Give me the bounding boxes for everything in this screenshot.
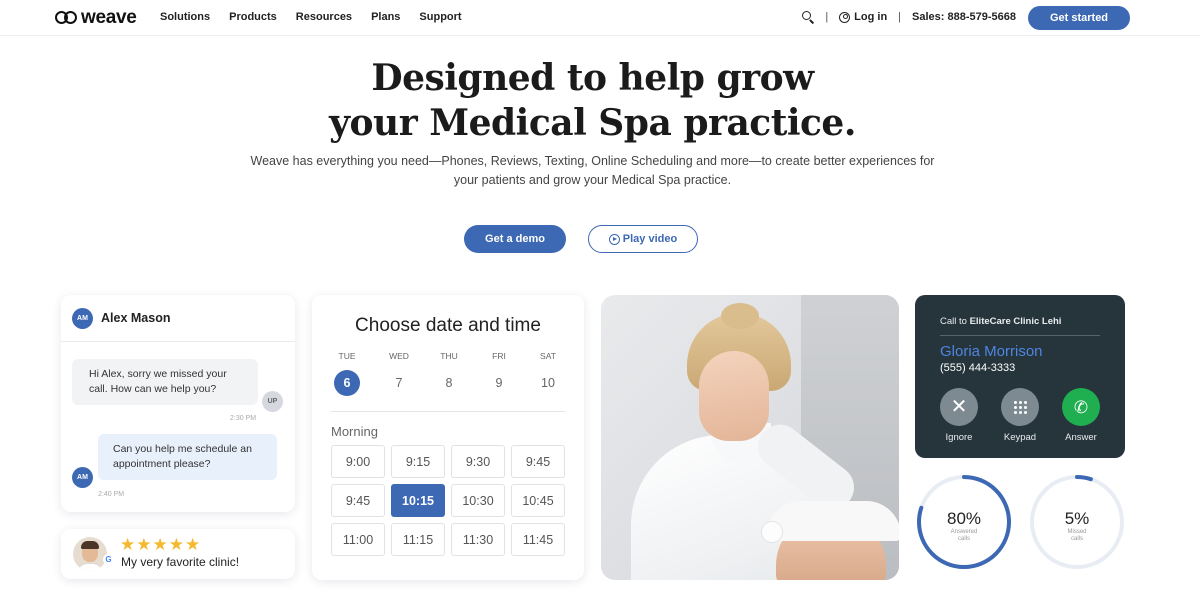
phone-icon: ✆ [1073, 397, 1089, 417]
hero-title-line-2: your Medical Spa practice. [329, 102, 856, 144]
divider [331, 411, 565, 412]
divider: | [898, 11, 902, 23]
scheduling-card: Choose date and time TUE 6 WED 7 THU 8 F… [312, 295, 584, 580]
play-video-label: Play video [622, 233, 678, 245]
day-name: THU [440, 351, 458, 361]
outgoing-message: Hi Alex, sorry we missed your call. How … [72, 359, 258, 405]
answer-button[interactable]: ✆ [1062, 388, 1100, 426]
review-card: G ★★★★★ My very favorite clinic! [61, 529, 295, 579]
star-rating: ★★★★★ [120, 535, 202, 554]
day-name: TUE [338, 351, 356, 361]
keypad-icon [1013, 400, 1027, 414]
incoming-message: Can you help me schedule an appointment … [98, 434, 277, 480]
day-number: 7 [395, 376, 403, 390]
day-sat[interactable]: SAT 10 [533, 351, 563, 396]
day-name: SAT [540, 351, 556, 361]
ignore-button[interactable]: ✕ [940, 388, 978, 426]
day-number: 10 [541, 376, 555, 390]
call-to-prefix: Call to [940, 316, 970, 327]
reviewer-avatar [73, 537, 107, 571]
close-icon: ✕ [950, 396, 968, 418]
day-wed[interactable]: WED 7 [384, 351, 414, 396]
time-slot[interactable]: 9:30 [451, 445, 505, 478]
keypad-button[interactable] [1001, 388, 1039, 426]
time-slot[interactable]: 9:00 [331, 445, 385, 478]
day-number: 8 [445, 376, 453, 390]
caller-phone: (555) 444-3333 [940, 362, 1016, 374]
call-destination: Call to EliteCare Clinic Lehi [940, 316, 1061, 327]
google-icon: G [103, 554, 114, 565]
time-slot[interactable]: 9:15 [391, 445, 445, 478]
nav-utilities: | Log in | Sales: 888-579-5668 [802, 11, 1016, 23]
hero-title-line-1: Designed to help grow [371, 57, 814, 99]
time-slot[interactable]: 11:15 [391, 523, 445, 556]
time-slot-selected[interactable]: 10:15 [391, 484, 445, 517]
caller-name: Gloria Morrison [940, 343, 1043, 360]
time-slot[interactable]: 11:00 [331, 523, 385, 556]
stat-value: 5% [1064, 509, 1090, 528]
answer-label: Answer [1065, 432, 1097, 443]
chat-header: AM Alex Mason [61, 295, 295, 342]
avatar: AM [72, 467, 93, 488]
weave-logo-icon [55, 9, 77, 27]
search-icon[interactable] [802, 11, 814, 23]
time-slot[interactable]: 9:45 [331, 484, 385, 517]
user-icon [839, 11, 851, 23]
day-thu[interactable]: THU 8 [434, 351, 464, 396]
time-slot[interactable]: 10:45 [511, 484, 565, 517]
day-name: WED [389, 351, 409, 361]
day-fri[interactable]: FRI 9 [484, 351, 514, 396]
nav-link-support[interactable]: Support [419, 11, 461, 23]
message-timestamp: 2:30 PM [230, 415, 257, 422]
nav-link-resources[interactable]: Resources [296, 11, 352, 23]
day-number-selected: 6 [334, 370, 360, 396]
medical-spa-photo [601, 295, 899, 580]
login-label: Log in [854, 11, 888, 23]
time-slot[interactable]: 10:30 [451, 484, 505, 517]
chat-contact-name: Alex Mason [101, 311, 171, 325]
ignore-label: Ignore [945, 432, 973, 443]
nav-links: Solutions Products Resources Plans Suppo… [160, 11, 462, 23]
sales-phone-link[interactable]: Sales: 888-579-5668 [912, 11, 1016, 23]
play-video-button[interactable]: Play video [588, 225, 698, 253]
day-tue[interactable]: TUE 6 [332, 351, 362, 396]
keypad-label: Keypad [1003, 432, 1037, 443]
login-link[interactable]: Log in [839, 11, 887, 23]
time-slot[interactable]: 11:30 [451, 523, 505, 556]
stat-label: Answered calls [950, 529, 978, 542]
avatar: UP [262, 391, 283, 412]
divider [940, 335, 1100, 336]
divider: | [825, 11, 829, 23]
time-slot[interactable]: 11:45 [511, 523, 565, 556]
stat-label: Missed calls [1067, 529, 1087, 542]
nav-link-solutions[interactable]: Solutions [160, 11, 210, 23]
play-circle-icon [608, 233, 620, 245]
answered-calls-stat: 80% Answered calls [915, 473, 1013, 571]
scheduling-title: Choose date and time [355, 315, 541, 336]
clinic-name: EliteCare Clinic Lehi [969, 316, 1062, 327]
missed-calls-stat: 5% Missed calls [1028, 473, 1126, 571]
weave-logo[interactable]: weave [55, 7, 137, 29]
incoming-call-card: Call to EliteCare Clinic Lehi Gloria Mor… [915, 295, 1125, 458]
nav-link-products[interactable]: Products [229, 11, 277, 23]
logo-text: weave [81, 7, 137, 28]
morning-label: Morning [331, 424, 378, 439]
get-started-button[interactable]: Get started [1028, 6, 1130, 30]
nav-link-plans[interactable]: Plans [371, 11, 400, 23]
hero-subtitle: Weave has everything you need—Phones, Re… [250, 154, 935, 187]
avatar: AM [72, 307, 93, 329]
hero-title: Designed to help grow your Medical Spa p… [0, 56, 1185, 146]
get-demo-button[interactable]: Get a demo [464, 225, 566, 253]
review-text: My very favorite clinic! [121, 555, 240, 569]
message-timestamp: 2:40 PM [98, 491, 125, 498]
day-name: FRI [492, 351, 506, 361]
day-number: 9 [495, 376, 503, 390]
top-nav: weave Solutions Products Resources Plans… [0, 0, 1200, 36]
stat-value: 80% [946, 509, 982, 528]
time-slot[interactable]: 9:45 [511, 445, 565, 478]
